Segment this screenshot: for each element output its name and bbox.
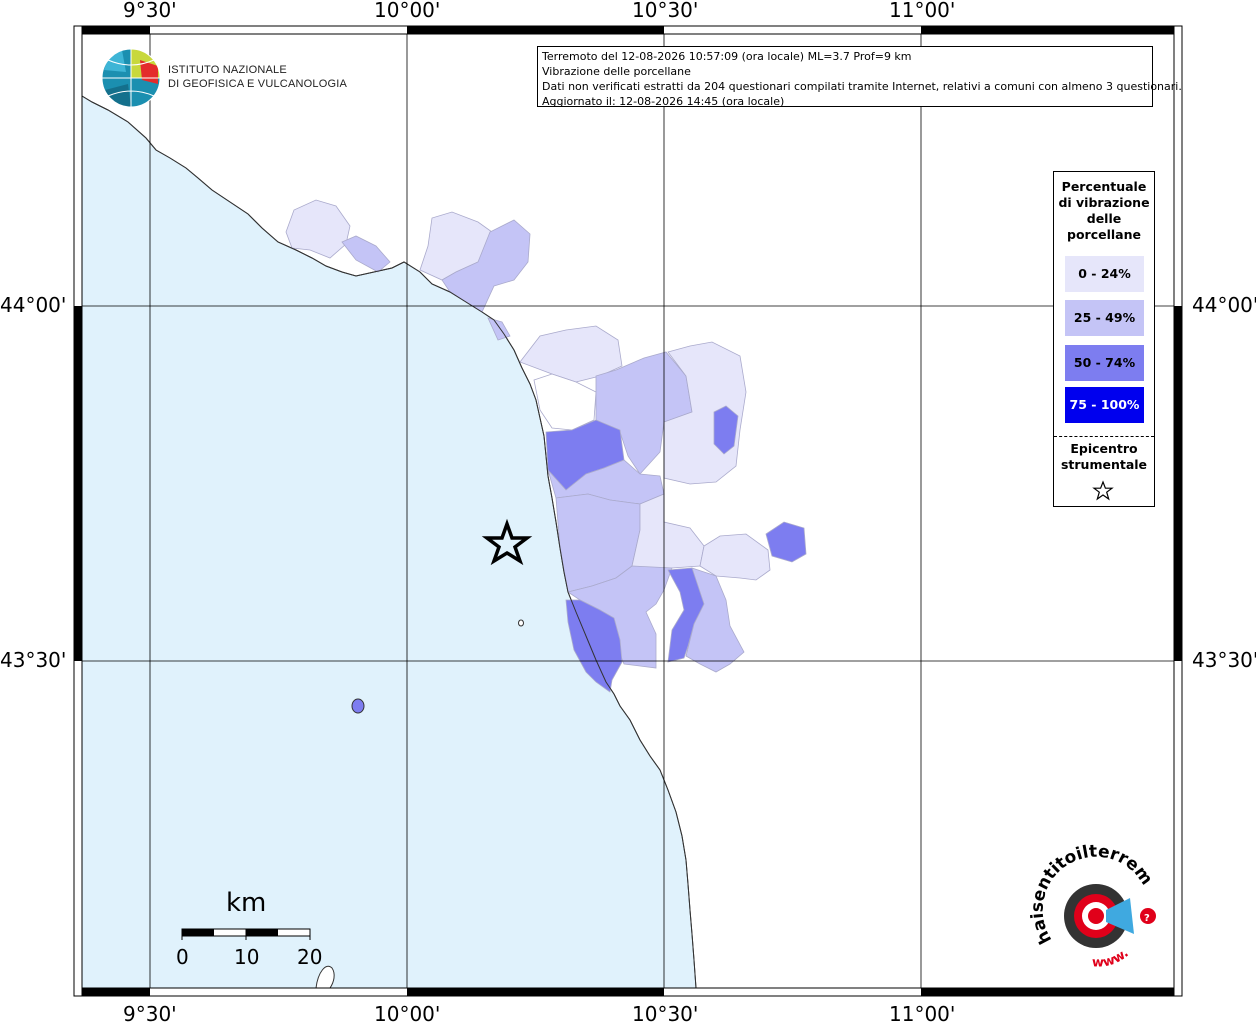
left-lat-label: 43°30' [0, 648, 67, 672]
left-lat-label: 44°00' [0, 293, 67, 317]
scale-tick-label: 10 [234, 945, 260, 969]
top-lon-label: 9°30' [123, 0, 177, 22]
map-parameter: Vibrazione delle porcellane [542, 65, 691, 78]
legend-title-line: delle [1086, 211, 1122, 226]
top-lon-label: 10°00' [374, 0, 441, 22]
legend-epicenter-line: strumentale [1060, 457, 1148, 472]
legend-title: Percentuale di vibrazione delle porcella… [1054, 179, 1154, 243]
right-lat-label: 44°00' [1192, 293, 1256, 317]
top-lon-label: 10°30' [632, 0, 699, 22]
legend-class-50-74: 50 - 74% [1065, 345, 1144, 381]
institute-line: DI GEOFISICA E VULCANOLOGIA [168, 78, 347, 90]
svg-text:?: ? [1144, 913, 1150, 924]
legend-title-line: porcellane [1067, 227, 1141, 242]
scale-tick-label: 0 [176, 945, 189, 969]
islet [518, 619, 524, 627]
legend-class-0-24: 0 - 24% [1065, 256, 1144, 292]
legend-title-line: di vibrazione [1058, 195, 1150, 210]
bottom-lon-label: 10°00' [374, 1002, 441, 1026]
institute-line: ISTITUTO NAZIONALE [168, 64, 287, 76]
legend-star-icon [1092, 480, 1114, 501]
top-lon-label: 11°00' [889, 0, 956, 22]
bottom-lon-label: 9°30' [123, 1002, 177, 1026]
event-title: Terremoto del 12-08-2026 10:57:09 (ora l… [542, 50, 912, 63]
legend-epicenter-label: Epicentro strumentale [1054, 441, 1154, 473]
data-note: Dati non verificati estratti da 204 ques… [542, 80, 1182, 93]
bottom-lon-label: 10°30' [632, 1002, 699, 1026]
map: ? haisentitoilterremoto.it www. [0, 0, 1183, 997]
legend-class-25-49: 25 - 49% [1065, 300, 1144, 336]
legend-class-75-100: 75 - 100% [1065, 387, 1144, 423]
scale-unit: km [226, 888, 267, 918]
legend-title-line: Percentuale [1061, 179, 1147, 194]
bottom-lon-label: 11°00' [889, 1002, 956, 1026]
update-time: Aggiornato il: 12-08-2026 14:45 (ora loc… [542, 95, 785, 108]
event-info-box: Terremoto del 12-08-2026 10:57:09 (ora l… [537, 46, 1182, 108]
legend: Percentuale di vibrazione delle porcella… [1053, 171, 1155, 507]
right-lat-label: 43°30' [1192, 648, 1256, 672]
ingv-logo [101, 48, 161, 108]
island-pianosa [351, 698, 365, 714]
legend-epicenter-line: Epicentro [1070, 441, 1138, 456]
legend-divider [1054, 436, 1154, 437]
institute-name: ISTITUTO NAZIONALE DI GEOFISICA E VULCAN… [168, 63, 347, 91]
scale-tick-label: 20 [297, 945, 323, 969]
